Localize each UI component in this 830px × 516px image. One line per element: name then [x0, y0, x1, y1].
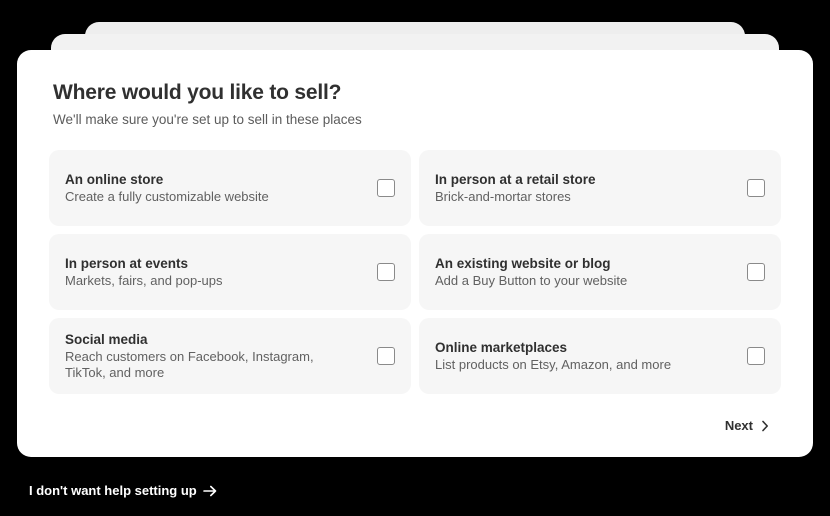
retail-store-checkbox[interactable] — [747, 179, 765, 197]
online-marketplaces-checkbox[interactable] — [747, 347, 765, 365]
option-description: Reach customers on Facebook, Instagram, … — [65, 349, 314, 380]
skip-setup-link[interactable]: I don't want help setting up — [29, 483, 217, 498]
page-title: Where would you like to sell? — [53, 81, 342, 104]
events-checkbox[interactable] — [377, 263, 395, 281]
option-description: Add a Buy Button to your website — [435, 273, 628, 288]
option-social-media[interactable]: Social media Reach customers on Facebook… — [49, 318, 411, 394]
option-title: In person at a retail store — [435, 172, 596, 187]
option-text: In person at events Markets, fairs, and … — [65, 255, 223, 289]
option-title: In person at events — [65, 256, 189, 271]
next-button-label: Next — [724, 418, 753, 433]
option-description: Create a fully customizable website — [65, 189, 269, 204]
chevron-right-icon — [761, 420, 769, 432]
option-title: An existing website or blog — [435, 256, 611, 271]
sell-channels-card: Where would you like to sell? We'll make… — [17, 50, 813, 457]
option-title: Online marketplaces — [435, 340, 568, 355]
option-description: Brick-and-mortar stores — [435, 189, 571, 204]
option-online-store[interactable]: An online store Create a fully customiza… — [49, 150, 411, 226]
option-text: In person at a retail store Brick-and-mo… — [435, 171, 596, 205]
online-store-checkbox[interactable] — [377, 179, 395, 197]
option-text: An online store Create a fully customiza… — [65, 171, 269, 205]
option-existing-website[interactable]: An existing website or blog Add a Buy Bu… — [419, 234, 781, 310]
option-title: An online store — [65, 172, 164, 187]
option-events[interactable]: In person at events Markets, fairs, and … — [49, 234, 411, 310]
social-media-checkbox[interactable] — [377, 347, 395, 365]
next-button[interactable]: Next — [725, 418, 769, 433]
option-text: Online marketplaces List products on Ets… — [435, 339, 671, 373]
option-description: List products on Etsy, Amazon, and more — [435, 357, 672, 372]
option-online-marketplaces[interactable]: Online marketplaces List products on Ets… — [419, 318, 781, 394]
existing-website-checkbox[interactable] — [747, 263, 765, 281]
option-text: An existing website or blog Add a Buy Bu… — [435, 255, 627, 289]
arrow-right-icon — [202, 485, 217, 497]
option-description: Markets, fairs, and pop-ups — [65, 273, 223, 288]
page-subtitle: We'll make sure you're set up to sell in… — [53, 112, 362, 127]
skip-setup-label: I don't want help setting up — [29, 483, 197, 498]
option-title: Social media — [65, 332, 148, 347]
option-retail-store[interactable]: In person at a retail store Brick-and-mo… — [419, 150, 781, 226]
option-text: Social media Reach customers on Facebook… — [65, 331, 355, 381]
sell-options-grid: An online store Create a fully customiza… — [49, 150, 781, 394]
